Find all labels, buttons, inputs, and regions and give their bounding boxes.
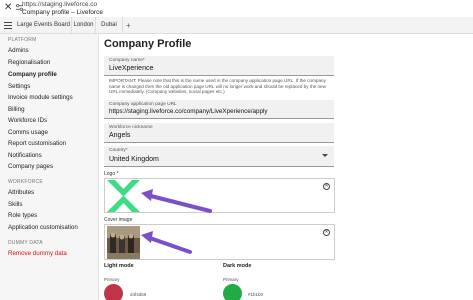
light-primary-hex: d4f4d59 xyxy=(130,292,147,297)
sidebar-item-admins[interactable]: Admins xyxy=(8,47,29,54)
sidebar-item-application-customisation[interactable]: Application customisation xyxy=(8,224,78,231)
page-title-tab: Company profile – Liveforce xyxy=(22,9,103,16)
company-name-value: LiveXperience xyxy=(109,65,154,72)
dark-primary-hex: #1b1b0 xyxy=(248,292,264,297)
workforce-nickname-label: Workforce nickname xyxy=(109,125,153,130)
light-primary-swatch[interactable] xyxy=(104,284,123,300)
light-mode-title: Light mode xyxy=(104,263,134,269)
sidebar-section-platform: PLATFORM xyxy=(8,37,37,43)
sidebar-item-workforce-ids[interactable]: Workforce IDs xyxy=(8,117,47,124)
annotation-arrows xyxy=(141,189,212,254)
important-note: IMPORTANT: Please note that this is the … xyxy=(109,78,326,95)
tab-bar: Large Events Board London Dubai + xyxy=(0,17,473,34)
company-name-field[interactable]: Company name* LiveXperience xyxy=(104,56,334,76)
tab-london[interactable]: London xyxy=(72,17,96,34)
logo-label: Logo * xyxy=(104,171,119,177)
sidebar-item-invoice-module-settings[interactable]: Invoice module settings xyxy=(8,94,73,101)
sidebar-item-company-profile[interactable]: Company profile xyxy=(8,71,57,78)
sidebar-item-company-pages[interactable]: Company pages xyxy=(8,163,53,170)
tab-dubai[interactable]: Dubai xyxy=(96,17,123,34)
main-content: Company Profile Company name* LiveXperie… xyxy=(99,34,473,300)
sidebar-item-regionalisation[interactable]: Regionalisation xyxy=(8,59,50,66)
browser-address-bar: ✕ https://staging.liveforce.co Company p… xyxy=(0,0,473,17)
sidebar-item-report-customisation[interactable]: Report customisation xyxy=(8,140,66,147)
sidebar-section-workforce: WORKFORCE xyxy=(8,179,43,185)
sidebar: PLATFORM Admins Regionalisation Company … xyxy=(0,34,99,300)
chevron-down-icon xyxy=(322,154,328,157)
sidebar-item-settings[interactable]: Settings xyxy=(8,83,30,90)
close-icon[interactable]: ✕ xyxy=(4,3,14,13)
dark-primary-swatch[interactable] xyxy=(223,284,242,300)
remove-logo-icon[interactable]: ✕ xyxy=(323,183,330,190)
light-primary-label: Primary xyxy=(104,277,120,282)
application-url-value: https://staging.liveforce.co/company/Liv… xyxy=(109,108,268,115)
workforce-nickname-value: Angels xyxy=(109,132,131,139)
workforce-nickname-field[interactable]: Workforce nickname Angels xyxy=(104,123,334,143)
cover-image-label: Cover image xyxy=(104,217,133,223)
sidebar-section-dummy-data: DUMMY DATA xyxy=(8,240,43,246)
country-label: Country* xyxy=(109,148,128,153)
dark-mode-title: Dark mode xyxy=(223,263,252,269)
page-url[interactable]: https://staging.liveforce.co xyxy=(22,1,97,8)
page-title: Company Profile xyxy=(104,38,192,50)
country-value: United Kingdom xyxy=(109,156,159,163)
sidebar-item-comms-usage[interactable]: Comms usage xyxy=(8,129,48,136)
sidebar-item-attributes[interactable]: Attributes xyxy=(8,189,34,196)
sidebar-item-notifications[interactable]: Notifications xyxy=(8,152,42,159)
sidebar-item-billing[interactable]: Billing xyxy=(8,106,25,113)
sidebar-item-remove-dummy-data[interactable]: Remove dummy data xyxy=(8,250,67,257)
sidebar-item-role-types[interactable]: Role types xyxy=(8,212,37,219)
application-url-label: Company application page URL xyxy=(109,102,177,107)
tab-large-events-board[interactable]: Large Events Board xyxy=(16,17,72,34)
new-tab-button[interactable]: + xyxy=(126,17,131,34)
menu-icon[interactable] xyxy=(4,22,12,29)
country-select[interactable]: Country* United Kingdom xyxy=(104,146,334,167)
sidebar-item-skills[interactable]: Skills xyxy=(8,201,22,208)
application-url-field[interactable]: Company application page URL https://sta… xyxy=(104,100,334,119)
dark-primary-label: Primary xyxy=(223,277,239,282)
remove-cover-icon[interactable]: ✕ xyxy=(323,229,330,236)
company-name-label: Company name* xyxy=(109,58,145,63)
